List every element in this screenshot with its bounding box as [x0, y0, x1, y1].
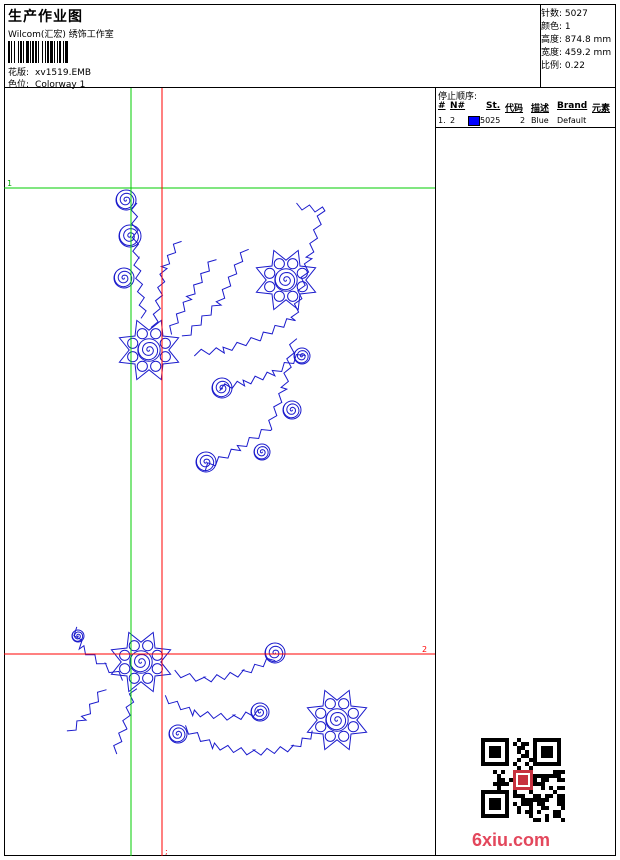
stat-width: 宽度: 459.2 mm — [541, 48, 612, 58]
vine-3 — [169, 259, 217, 335]
barcode — [8, 41, 128, 63]
vine-11 — [113, 688, 138, 755]
stats-panel: 针数: 5027 颜色: 1 高度: 874.8 mm 宽度: 459.2 mm… — [541, 4, 616, 88]
stat-height: 高度: 874.8 mm — [541, 35, 612, 45]
guide-label-2: 2 — [422, 645, 427, 654]
embroidery-preview: 1 2 ; — [4, 88, 435, 856]
stop-sequence-rule — [436, 127, 616, 128]
col-needle: N# — [450, 101, 466, 111]
spiral-g — [195, 454, 215, 472]
row-stitches: 5025 — [480, 116, 501, 125]
color-swatch — [468, 116, 480, 126]
qr-code — [481, 738, 565, 822]
col-description: 描述 — [531, 104, 550, 114]
spiral-d — [211, 380, 231, 398]
spiral-b — [118, 228, 139, 247]
row-needle: 2 — [450, 116, 456, 125]
flower-top-left-center — [137, 341, 159, 361]
company-name: Wilcom(汇宏) 绣饰工作室 — [8, 30, 114, 40]
row-index: 1. — [438, 116, 446, 125]
guide-label-v: ; — [165, 847, 168, 856]
stat-scale: 比例: 0.22 — [541, 61, 585, 71]
page-title: 生产作业图 — [8, 9, 83, 25]
row-code: 2 — [520, 116, 526, 125]
row-brand: Default — [557, 116, 587, 125]
vine-9 — [174, 657, 276, 683]
col-stitches: St. — [486, 101, 501, 111]
stat-colors: 颜色: 1 — [541, 22, 571, 32]
vine-10 — [66, 689, 107, 732]
col-element: 元素 — [592, 104, 611, 114]
vine-5 — [193, 202, 326, 357]
flower-top-right-center — [274, 271, 296, 291]
header-info: 生产作业图 Wilcom(汇宏) 绣饰工作室 花版: xv1519.EMB 色位:… — [4, 4, 541, 90]
vine-13 — [185, 725, 313, 756]
flower-bottom-right-center — [325, 711, 347, 731]
stat-stitches: 针数: 5027 — [541, 9, 588, 19]
guide-label-1: 1 — [7, 179, 12, 188]
vine-6 — [219, 353, 306, 392]
vine-1 — [130, 202, 147, 319]
col-hash: # — [438, 101, 446, 111]
col-code: 代码 — [505, 104, 524, 114]
watermark-logo: 6xiu.com — [472, 830, 551, 850]
vine-12 — [164, 695, 259, 721]
spiral-c — [113, 270, 133, 288]
design-canvas[interactable]: 1 2 ; — [4, 88, 436, 856]
col-brand: Brand — [557, 101, 588, 111]
vine-7 — [204, 338, 298, 471]
vine-4 — [181, 248, 249, 337]
flower-bottom-left-center — [129, 653, 151, 673]
row-description: Blue — [531, 116, 549, 125]
